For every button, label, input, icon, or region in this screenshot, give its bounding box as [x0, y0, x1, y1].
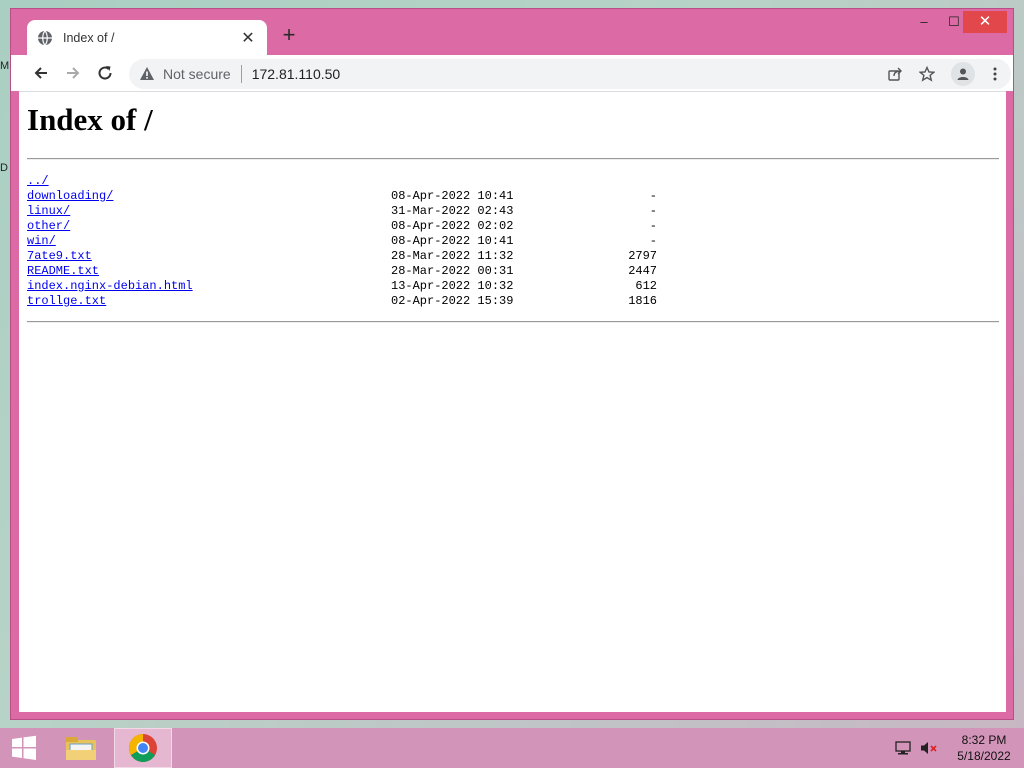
file-explorer-icon	[66, 737, 96, 760]
list-item: downloading/ 08-Apr-2022 10:41 -	[27, 189, 667, 204]
clock[interactable]: 8:32 PM 5/18/2022	[944, 732, 1024, 764]
file-explorer-button[interactable]	[52, 728, 110, 768]
entry-link[interactable]: 7ate9.txt	[27, 249, 92, 264]
desktop-icon-fragment: M	[0, 60, 10, 72]
divider	[27, 158, 999, 160]
windows-logo-icon	[12, 735, 36, 760]
close-window-button[interactable]: ✕	[963, 11, 1007, 33]
volume-muted-icon	[921, 742, 937, 754]
bookmark-button[interactable]	[911, 59, 943, 89]
warning-icon	[140, 67, 154, 80]
desktop-icon-fragment: D	[0, 162, 8, 174]
entry-link[interactable]: trollge.txt	[27, 294, 106, 309]
reload-button[interactable]	[89, 57, 121, 89]
page-viewport: Index of / ../ downloading/ 08-Apr-2022 …	[19, 91, 1006, 712]
profile-button[interactable]	[951, 62, 975, 86]
minimize-button[interactable]: –	[909, 11, 939, 33]
back-arrow-icon	[34, 67, 47, 79]
system-tray: 8:32 PM 5/18/2022	[892, 728, 1024, 768]
directory-listing: ../ downloading/ 08-Apr-2022 10:41 - lin…	[27, 174, 667, 309]
omnibox-separator	[240, 65, 242, 83]
list-item: ../	[27, 174, 667, 189]
entry-link[interactable]: index.nginx-debian.html	[27, 279, 193, 294]
entry-date: 13-Apr-2022 10:32	[391, 279, 514, 293]
clock-time: 8:32 PM	[961, 733, 1007, 747]
list-item: index.nginx-debian.html 13-Apr-2022 10:3…	[27, 279, 667, 294]
entry-size: 2447	[628, 264, 657, 278]
entry-size: -	[649, 234, 657, 248]
star-icon	[919, 66, 935, 82]
network-icon	[895, 741, 911, 755]
entry-date: 28-Mar-2022 11:32	[391, 249, 514, 263]
entry-date: 28-Mar-2022 00:31	[391, 264, 514, 278]
entry-link[interactable]: win/	[27, 234, 56, 249]
entry-date: 08-Apr-2022 02:02	[391, 219, 514, 233]
entry-link[interactable]: ../	[27, 174, 49, 189]
forward-arrow-icon	[67, 67, 80, 79]
clock-date: 5/18/2022	[957, 749, 1011, 763]
menu-button[interactable]	[979, 59, 1011, 89]
forward-button[interactable]	[57, 57, 89, 89]
share-icon	[888, 67, 902, 81]
avatar-icon	[957, 68, 969, 80]
browser-window: Index of / ✕ + – ☐ ✕ Not secure 172.81.1…	[10, 8, 1014, 720]
chrome-taskbar-button[interactable]	[114, 728, 172, 768]
list-item: README.txt 28-Mar-2022 00:31 2447	[27, 264, 667, 279]
title-bar: Index of / ✕ + – ☐ ✕	[11, 9, 1013, 55]
entry-date: 31-Mar-2022 02:43	[391, 204, 514, 218]
kebab-menu-icon	[993, 67, 997, 81]
address-bar[interactable]: Not secure 172.81.110.50	[129, 59, 1011, 89]
entry-size: 2797	[628, 249, 657, 263]
entry-link[interactable]: README.txt	[27, 264, 99, 279]
back-button[interactable]	[25, 57, 57, 89]
entry-link[interactable]: downloading/	[27, 189, 113, 204]
entry-size: -	[649, 189, 657, 203]
start-button[interactable]	[0, 728, 48, 768]
browser-toolbar: Not secure 172.81.110.50	[11, 55, 1013, 91]
entry-size: -	[649, 219, 657, 233]
page-title: Index of /	[27, 102, 153, 137]
entry-link[interactable]: other/	[27, 219, 70, 234]
reload-icon	[98, 66, 112, 80]
list-item: other/ 08-Apr-2022 02:02 -	[27, 219, 667, 234]
entry-size: -	[649, 204, 657, 218]
divider	[27, 321, 999, 323]
url-text[interactable]: 172.81.110.50	[252, 66, 341, 82]
entry-date: 02-Apr-2022 15:39	[391, 294, 514, 308]
list-item: 7ate9.txt 28-Mar-2022 11:32 2797	[27, 249, 667, 264]
list-item: win/ 08-Apr-2022 10:41 -	[27, 234, 667, 249]
tab-title: Index of /	[63, 30, 115, 45]
network-button[interactable]	[892, 728, 914, 768]
close-tab-icon[interactable]: ✕	[239, 28, 257, 48]
entry-date: 08-Apr-2022 10:41	[391, 234, 514, 248]
entry-date: 08-Apr-2022 10:41	[391, 189, 514, 203]
entry-size: 1816	[628, 294, 657, 308]
entry-size: 612	[635, 279, 657, 293]
chrome-icon	[129, 734, 157, 762]
browser-tab[interactable]: Index of / ✕	[27, 20, 267, 55]
volume-button[interactable]	[918, 728, 940, 768]
share-button[interactable]	[879, 59, 911, 89]
security-status[interactable]: Not secure	[163, 66, 231, 82]
list-item: linux/ 31-Mar-2022 02:43 -	[27, 204, 667, 219]
entry-link[interactable]: linux/	[27, 204, 70, 219]
globe-icon	[38, 30, 52, 45]
taskbar: 8:32 PM 5/18/2022	[0, 728, 1024, 768]
list-item: trollge.txt 02-Apr-2022 15:39 1816	[27, 294, 667, 309]
new-tab-button[interactable]: +	[277, 24, 301, 48]
